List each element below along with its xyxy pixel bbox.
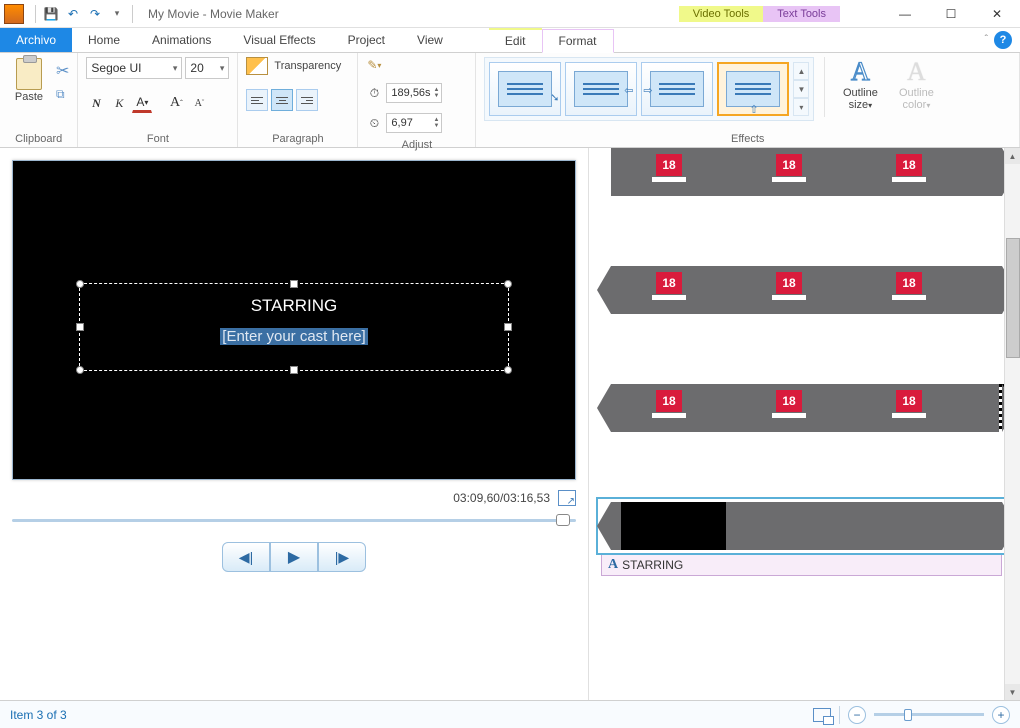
start-time-icon: ⏱ [366, 85, 382, 101]
outline-size-button[interactable]: A Outline size▾ [835, 57, 885, 111]
effect-slide-left[interactable]: ⇦ [565, 62, 637, 116]
duration-icon: ⏲ [366, 115, 382, 131]
tab-file[interactable]: Archivo [0, 28, 72, 52]
caption-label: STARRING [622, 558, 683, 572]
tab-animations[interactable]: Animations [136, 28, 227, 52]
help-icon[interactable]: ? [994, 31, 1012, 49]
collapse-ribbon-icon[interactable]: ˆ [985, 34, 988, 52]
zoom-out-button[interactable]: − [848, 706, 866, 724]
text-overlay-frame[interactable]: STARRING [Enter your cast here] [79, 283, 509, 371]
gallery-scroll-down[interactable]: ▼ [793, 80, 809, 98]
group-effects: ➘ ⇦ ⇨ ⇧ ▲ ▼ ▾ A Outline size▾ A Outline … [476, 53, 1020, 147]
text-track-icon: A [608, 557, 618, 573]
undo-icon[interactable]: ↶ [63, 4, 83, 24]
grow-font-button[interactable]: Aˆ [166, 93, 186, 113]
tab-format[interactable]: Format [542, 29, 614, 53]
gallery-expand[interactable]: ▾ [793, 98, 809, 116]
tab-project[interactable]: Project [332, 28, 401, 52]
zoom-in-button[interactable]: + [992, 706, 1010, 724]
seek-thumb[interactable] [556, 514, 570, 526]
video-tools-contextual-tab[interactable]: Video Tools [679, 6, 763, 22]
timeline-clip[interactable]: 18 18 18 [601, 266, 1002, 314]
duration-input[interactable]: 6,97▲▼ [386, 113, 442, 133]
thumbnail-size-icon[interactable] [813, 708, 831, 722]
overlay-title-text: STARRING [80, 296, 508, 316]
start-time-input[interactable]: 189,56s▲▼ [386, 83, 442, 103]
cut-icon[interactable]: ✂ [56, 61, 69, 81]
align-right-button[interactable] [296, 89, 318, 111]
align-left-button[interactable] [246, 89, 268, 111]
timeline-scrollbar[interactable]: ▲ ▼ [1004, 148, 1020, 700]
zoom-slider[interactable] [874, 713, 984, 716]
edit-text-icon[interactable]: ✎▾ [366, 57, 382, 73]
fullscreen-icon[interactable] [558, 490, 576, 506]
play-button[interactable]: ▶ [270, 542, 318, 572]
group-adjust: ✎▾ ⏱ 189,56s▲▼ ⏲ 6,97▲▼ Adjust [358, 53, 476, 147]
effect-slide-right[interactable]: ⇨ [641, 62, 713, 116]
bold-button[interactable]: N [86, 93, 106, 113]
scroll-thumb[interactable] [1006, 238, 1020, 358]
title-bar: 💾 ↶ ↷ ▾ My Movie - Movie Maker Video Too… [0, 0, 1020, 28]
app-icon [4, 4, 24, 24]
redo-icon[interactable]: ↷ [85, 4, 105, 24]
scroll-down-icon[interactable]: ▼ [1005, 684, 1020, 700]
effects-gallery: ➘ ⇦ ⇨ ⇧ ▲ ▼ ▾ [484, 57, 814, 121]
group-font: Segoe UI▾ 20▾ N K A▾ Aˆ Aˇ Font [78, 53, 238, 147]
timeline-clip[interactable]: 18 18 18 [601, 148, 1002, 196]
transparency-button[interactable]: Transparency [274, 60, 341, 72]
window-title: My Movie - Movie Maker [148, 7, 279, 21]
italic-button[interactable]: K [109, 93, 129, 113]
effect-slide-up[interactable]: ⇧ [717, 62, 789, 116]
outline-color-button[interactable]: A Outline color▾ [891, 57, 941, 111]
ribbon: Paste ✂ ⧉ Clipboard Segoe UI▾ 20▾ N K A▾… [0, 53, 1020, 148]
next-frame-button[interactable]: |▶ [318, 542, 366, 572]
time-display: 03:09,60/03:16,53 [453, 491, 550, 505]
tab-home[interactable]: Home [72, 28, 136, 52]
status-bar: Item 3 of 3 − + [0, 700, 1020, 728]
timeline-clip[interactable]: 18 18 18 [601, 384, 1002, 432]
prev-frame-button[interactable]: ◀| [222, 542, 270, 572]
outline-size-icon: A [851, 57, 870, 87]
shrink-font-button[interactable]: Aˇ [189, 93, 209, 113]
gallery-scroll-up[interactable]: ▲ [793, 62, 809, 80]
close-button[interactable]: ✕ [974, 0, 1020, 28]
ribbon-tabs: Archivo Home Animations Visual Effects P… [0, 28, 1020, 53]
overlay-placeholder-text[interactable]: [Enter your cast here] [220, 328, 367, 345]
group-clipboard: Paste ✂ ⧉ Clipboard [0, 53, 78, 147]
tab-edit[interactable]: Edit [489, 28, 542, 52]
preview-video[interactable]: STARRING [Enter your cast here] [12, 160, 576, 480]
maximize-button[interactable]: ☐ [928, 0, 974, 28]
paste-button[interactable]: Paste [8, 57, 50, 103]
scroll-up-icon[interactable]: ▲ [1005, 148, 1020, 164]
group-paragraph: Transparency Paragraph [238, 53, 358, 147]
align-center-button[interactable] [271, 89, 293, 111]
quick-access-toolbar: 💾 ↶ ↷ ▾ [28, 4, 140, 24]
save-icon[interactable]: 💾 [41, 4, 61, 24]
tab-visual-effects[interactable]: Visual Effects [227, 28, 331, 52]
preview-pane: STARRING [Enter your cast here] 03:09,60… [0, 148, 588, 700]
timeline-title-clip[interactable] [601, 502, 1002, 550]
font-size-select[interactable]: 20▾ [185, 57, 229, 79]
minimize-button[interactable]: — [882, 0, 928, 28]
timeline-pane: 18 18 18 18 18 18 18 18 18 [588, 148, 1020, 700]
status-item-count: Item 3 of 3 [10, 708, 67, 722]
font-family-select[interactable]: Segoe UI▾ [86, 57, 182, 79]
effect-scroll-right[interactable]: ➘ [489, 62, 561, 116]
text-tools-contextual-tab[interactable]: Text Tools [763, 6, 840, 22]
transparency-icon [246, 57, 268, 75]
outline-color-icon: A [907, 57, 926, 87]
seek-bar[interactable] [12, 512, 576, 528]
copy-icon[interactable]: ⧉ [56, 87, 69, 102]
font-color-button[interactable]: A▾ [132, 93, 152, 113]
caption-track[interactable]: A STARRING [601, 554, 1002, 576]
qat-customize-icon[interactable]: ▾ [107, 4, 127, 24]
clipboard-icon [16, 58, 42, 90]
tab-view[interactable]: View [401, 28, 459, 52]
